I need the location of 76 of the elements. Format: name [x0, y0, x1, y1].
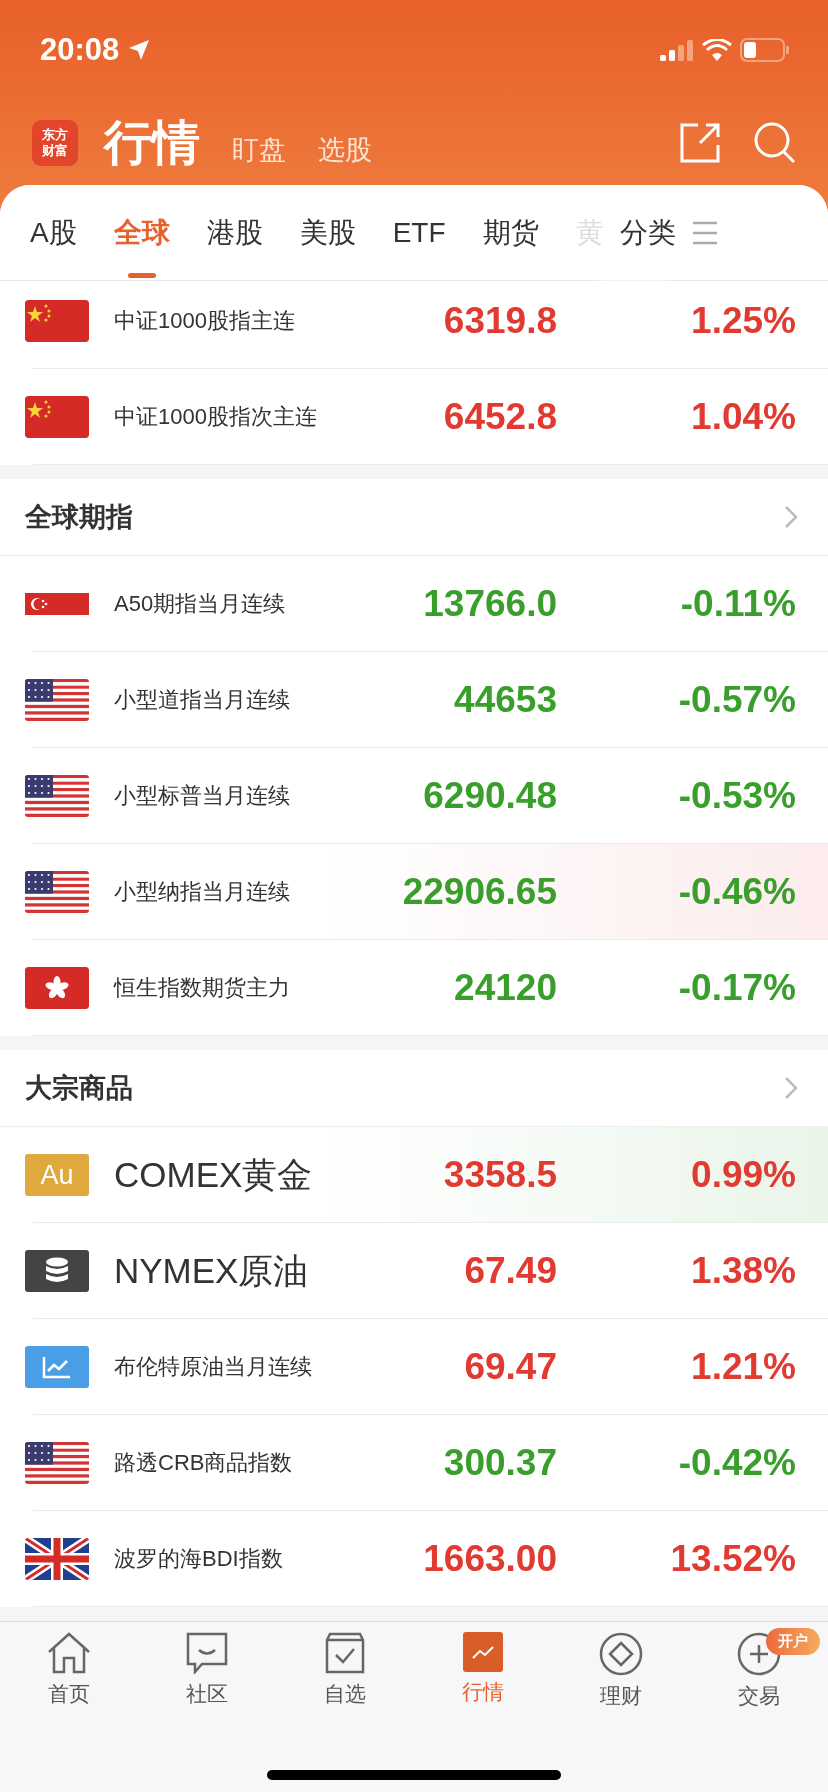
- price: 300.37: [442, 1442, 557, 1484]
- us-flag: [25, 871, 89, 913]
- wifi-icon: [702, 39, 732, 61]
- instrument-name: 小型道指当月连续: [114, 686, 291, 714]
- chevron-right-icon[interactable]: [784, 1076, 798, 1100]
- change-percent: 1.21%: [690, 1346, 796, 1388]
- cn-flag: [25, 300, 89, 342]
- instrument-name: 恒生指数期货主力: [114, 974, 291, 1002]
- market-tab[interactable]: 港股: [206, 185, 263, 280]
- home-icon: [46, 1632, 92, 1674]
- page-title: 行情: [104, 114, 200, 171]
- signal-icon: [660, 39, 694, 61]
- instrument-name: 中证1000股指次主连: [114, 403, 318, 431]
- search-icon[interactable]: [754, 121, 796, 164]
- us-flag: [25, 775, 89, 817]
- change-percent: -0.17%: [677, 967, 796, 1009]
- change-percent: -0.42%: [677, 1442, 796, 1484]
- change-percent: 0.99%: [690, 1154, 796, 1196]
- change-percent: 1.38%: [690, 1250, 796, 1292]
- price: 69.47: [463, 1346, 557, 1388]
- instrument-name: 中证1000股指主连: [114, 307, 296, 335]
- instrument-name: 小型纳指当月连续: [114, 878, 291, 906]
- share-icon[interactable]: [680, 122, 720, 163]
- price: 22906.65: [401, 871, 557, 913]
- section-title: 大宗商品: [25, 1072, 133, 1105]
- clock-time: 20:08: [40, 32, 120, 68]
- price: 44653: [453, 679, 557, 721]
- uk-flag: [25, 1538, 89, 1580]
- checkbox-icon: [325, 1632, 365, 1674]
- price: 3358.5: [442, 1154, 557, 1196]
- category-button[interactable]: 分类: [609, 185, 686, 280]
- cn-flag: [25, 396, 89, 438]
- section-title: 全球期指: [25, 501, 133, 534]
- nav-tab[interactable]: 自选: [276, 1632, 414, 1710]
- change-percent: -0.53%: [677, 775, 796, 817]
- app-logo: 东方财富: [32, 119, 78, 166]
- price: 6452.8: [442, 396, 557, 438]
- instrument-name: 波罗的海BDI指数: [114, 1545, 284, 1573]
- menu-icon[interactable]: [691, 220, 718, 245]
- instrument-name: NYMEX原油: [114, 1249, 310, 1292]
- market-tab[interactable]: A股: [30, 185, 77, 280]
- price: 6319.8: [442, 300, 557, 342]
- instrument-name: 布伦特原油当月连续: [114, 1353, 313, 1381]
- price: 67.49: [463, 1250, 557, 1292]
- sg-flag: [25, 593, 89, 615]
- au-icon: Au: [25, 1154, 89, 1196]
- nav-tab[interactable]: 理财: [552, 1632, 690, 1710]
- line-chart-icon: [25, 1346, 89, 1388]
- change-percent: -0.57%: [677, 679, 796, 721]
- nav-tab[interactable]: 首页: [0, 1632, 138, 1710]
- market-tab[interactable]: 美股: [299, 185, 356, 280]
- chevron-right-icon[interactable]: [784, 505, 798, 529]
- instrument-name: 小型标普当月连续: [114, 782, 291, 810]
- chat-icon: [186, 1632, 228, 1674]
- nav-tab[interactable]: 社区: [138, 1632, 276, 1710]
- change-percent: 13.52%: [669, 1538, 796, 1580]
- battery-icon: [740, 38, 790, 62]
- instrument-name: 路透CRB商品指数: [114, 1449, 294, 1477]
- price: 1663.00: [422, 1538, 557, 1580]
- location-arrow-icon: [127, 38, 152, 62]
- instrument-name: COMEX黄金: [114, 1153, 314, 1196]
- market-tab[interactable]: 期货: [482, 185, 539, 280]
- price: 6290.48: [422, 775, 557, 817]
- hk-flag: [25, 967, 89, 1009]
- change-percent: 1.25%: [690, 300, 796, 342]
- market-tab[interactable]: ETF: [392, 185, 446, 280]
- line-chart-icon: [463, 1632, 503, 1672]
- instrument-name: A50期指当月连续: [114, 590, 287, 618]
- change-percent: -0.46%: [677, 871, 796, 913]
- price: 24120: [453, 967, 557, 1009]
- change-percent: -0.11%: [679, 583, 796, 625]
- change-percent: 1.04%: [690, 396, 796, 438]
- us-flag: [25, 1442, 89, 1484]
- price: 13766.0: [422, 583, 557, 625]
- barrel-icon: [25, 1250, 89, 1292]
- us-flag: [25, 679, 89, 721]
